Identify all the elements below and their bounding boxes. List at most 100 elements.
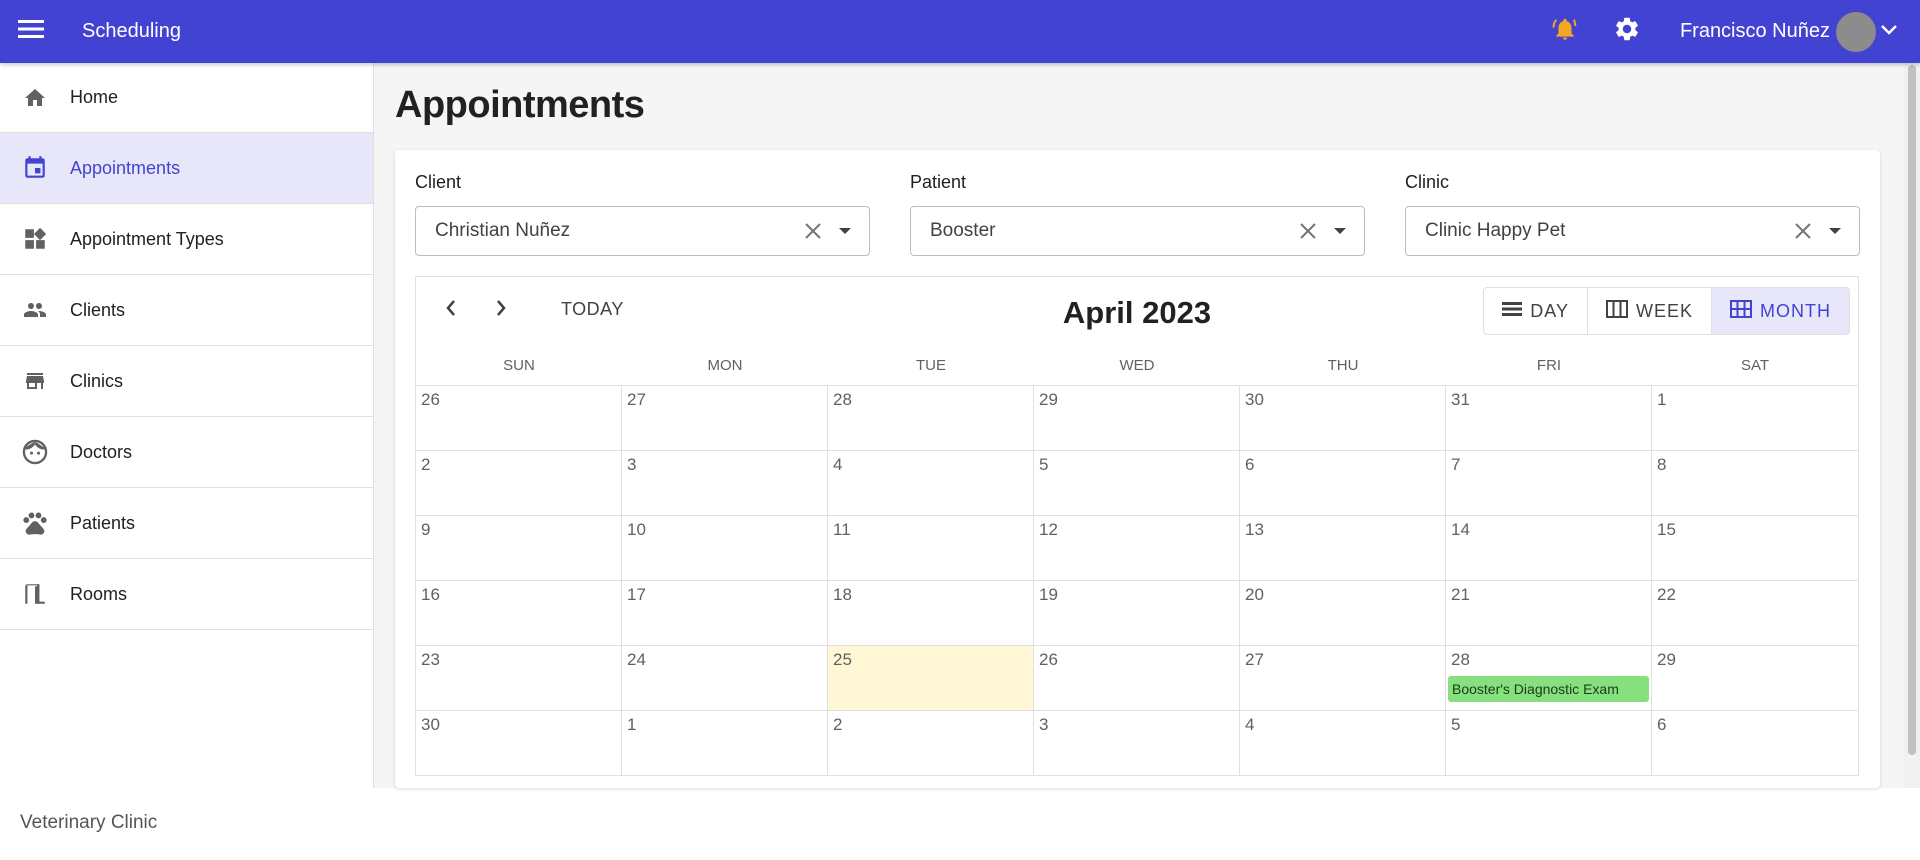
clinic-filter: Clinic Clinic Happy Pet: [1405, 172, 1860, 256]
day-cell[interactable]: 7: [1446, 451, 1652, 516]
day-cell[interactable]: 20: [1240, 581, 1446, 646]
day-number: 14: [1451, 520, 1470, 539]
day-cell[interactable]: 9: [416, 516, 622, 581]
caret-down-icon[interactable]: [1827, 227, 1843, 235]
month-view-button[interactable]: MONTH: [1712, 288, 1849, 334]
calendar-scheduler: TODAY April 2023 DAY WEEK MONTH SUN MON: [415, 276, 1859, 776]
day-cell[interactable]: 31: [1446, 386, 1652, 451]
day-cell[interactable]: 29: [1652, 646, 1858, 711]
day-cell[interactable]: 23: [416, 646, 622, 711]
page-scrollbar[interactable]: [1904, 63, 1920, 788]
sidebar-item-rooms[interactable]: Rooms: [0, 559, 373, 630]
client-filter: Client Christian Nuñez: [415, 172, 870, 256]
day-cell[interactable]: 1: [622, 711, 828, 776]
clinic-select[interactable]: Clinic Happy Pet: [1405, 206, 1860, 256]
weekday-label: FRI: [1536, 357, 1562, 374]
menu-button[interactable]: [0, 0, 62, 63]
close-icon[interactable]: [799, 222, 827, 240]
client-select-value: Christian Nuñez: [435, 220, 571, 241]
day-cell[interactable]: 8: [1652, 451, 1858, 516]
user-menu[interactable]: Francisco Nuñez: [1680, 11, 1920, 52]
close-icon[interactable]: [1294, 222, 1322, 240]
day-cell[interactable]: 17: [622, 581, 828, 646]
day-cell[interactable]: 14: [1446, 516, 1652, 581]
next-month-button[interactable]: [486, 295, 516, 325]
day-cell[interactable]: 27: [1240, 646, 1446, 711]
sidebar-item-label: Appointment Types: [70, 228, 224, 249]
day-number: 26: [1039, 650, 1058, 669]
chevron-left-icon: [445, 299, 457, 322]
day-cell[interactable]: 19: [1034, 581, 1240, 646]
day-number: 15: [1657, 520, 1676, 539]
patient-filter-label: Patient: [910, 172, 967, 192]
day-cell[interactable]: 5: [1446, 711, 1652, 776]
day-cell[interactable]: 2: [828, 711, 1034, 776]
day-cell[interactable]: 12: [1034, 516, 1240, 581]
day-cell[interactable]: 26: [1034, 646, 1240, 711]
day-cell[interactable]: 30: [1240, 386, 1446, 451]
page-title: Appointments: [395, 84, 645, 126]
sidebar-item-home[interactable]: Home: [0, 63, 373, 133]
day-cell[interactable]: 5: [1034, 451, 1240, 516]
week-view-label: WEEK: [1635, 300, 1693, 321]
day-cell[interactable]: 3: [622, 451, 828, 516]
patient-select[interactable]: Booster: [910, 206, 1365, 256]
appointment-event[interactable]: Booster's Diagnostic Exam: [1448, 676, 1649, 702]
day-cell[interactable]: 4: [1240, 711, 1446, 776]
day-number: 28: [1451, 650, 1470, 669]
view-month-icon: [1730, 299, 1760, 323]
caret-down-icon[interactable]: [1332, 227, 1348, 235]
day-number: 21: [1451, 585, 1470, 604]
day-cell[interactable]: 11: [828, 516, 1034, 581]
home-icon: [0, 86, 70, 110]
day-cell[interactable]: 10: [622, 516, 828, 581]
sidebar-item-appointments[interactable]: Appointments: [0, 133, 373, 204]
client-select[interactable]: Christian Nuñez: [415, 206, 870, 256]
scrollbar-thumb[interactable]: [1908, 65, 1916, 755]
day-number: 2: [421, 455, 431, 474]
day-cell[interactable]: 6: [1240, 451, 1446, 516]
day-cell[interactable]: 24: [622, 646, 828, 711]
day-cell[interactable]: 3: [1034, 711, 1240, 776]
sidebar-item-clinics[interactable]: Clinics: [0, 346, 373, 417]
notifications-button[interactable]: [1550, 17, 1580, 47]
caret-down-icon[interactable]: [837, 227, 853, 235]
day-number: 25: [833, 650, 852, 669]
day-cell[interactable]: 28: [828, 386, 1034, 451]
day-cell[interactable]: 13: [1240, 516, 1446, 581]
weekday-label: WED: [1119, 357, 1155, 374]
day-number: 4: [1245, 715, 1255, 734]
day-cell[interactable]: 22: [1652, 581, 1858, 646]
day-number: 19: [1039, 585, 1058, 604]
weekday-label: SAT: [1740, 357, 1770, 374]
day-cell[interactable]: 18: [828, 581, 1034, 646]
settings-button[interactable]: [1612, 17, 1642, 47]
close-icon[interactable]: [1789, 222, 1817, 240]
week-view-button[interactable]: WEEK: [1588, 288, 1712, 334]
today-button[interactable]: TODAY: [561, 299, 624, 320]
day-cell[interactable]: 15: [1652, 516, 1858, 581]
sidebar-item-label: Clients: [70, 299, 126, 320]
day-cell[interactable]: 27: [622, 386, 828, 451]
day-cell[interactable]: 16: [416, 581, 622, 646]
prev-month-button[interactable]: [436, 295, 466, 325]
day-cell[interactable]: 4: [828, 451, 1034, 516]
day-cell[interactable]: 26: [416, 386, 622, 451]
sidebar-item-patients[interactable]: Patients: [0, 488, 373, 559]
day-cell[interactable]: 28 Booster's Diagnostic Exam: [1446, 646, 1652, 711]
day-cell[interactable]: 1: [1652, 386, 1858, 451]
day-cell[interactable]: 2: [416, 451, 622, 516]
day-cell[interactable]: 21: [1446, 581, 1652, 646]
day-cell-today[interactable]: 25: [828, 646, 1034, 711]
view-week-icon: [1605, 299, 1636, 323]
sidebar-item-label: Doctors: [70, 441, 133, 462]
day-cell[interactable]: 6: [1652, 711, 1858, 776]
day-cell[interactable]: 30: [416, 711, 622, 776]
sidebar-item-doctors[interactable]: Doctors: [0, 417, 373, 488]
sidebar-item-appointment-types[interactable]: Appointment Types: [0, 204, 373, 275]
avatar: [1836, 11, 1876, 52]
day-view-button[interactable]: DAY: [1484, 288, 1588, 334]
sidebar-item-clients[interactable]: Clients: [0, 275, 373, 346]
sidebar-item-label: Home: [70, 87, 119, 107]
day-cell[interactable]: 29: [1034, 386, 1240, 451]
